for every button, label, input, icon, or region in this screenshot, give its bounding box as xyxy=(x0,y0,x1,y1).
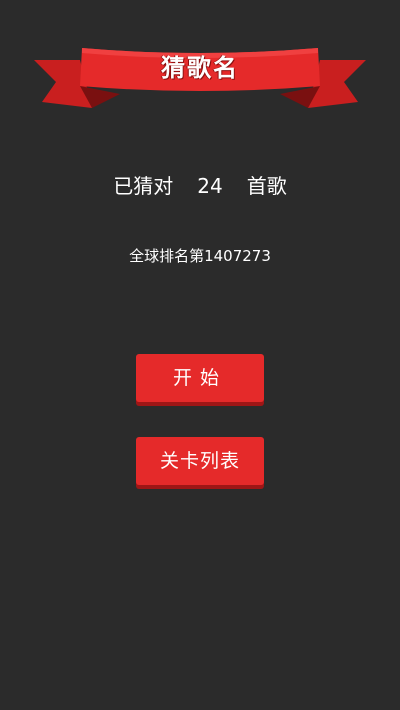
level-list-button[interactable]: 关卡列表 xyxy=(136,437,264,485)
app-title: 猜歌名 xyxy=(161,54,239,82)
global-rank-text: 全球排名第1407273 xyxy=(129,247,271,265)
guessed-count: 24 xyxy=(197,174,223,198)
guessed-prefix-label: 已猜对 xyxy=(113,174,174,198)
guessed-songs-summary: 已猜对 24 首歌 xyxy=(0,172,400,200)
start-button[interactable]: 开始 xyxy=(136,354,264,402)
guessed-suffix-label: 首歌 xyxy=(246,174,287,198)
